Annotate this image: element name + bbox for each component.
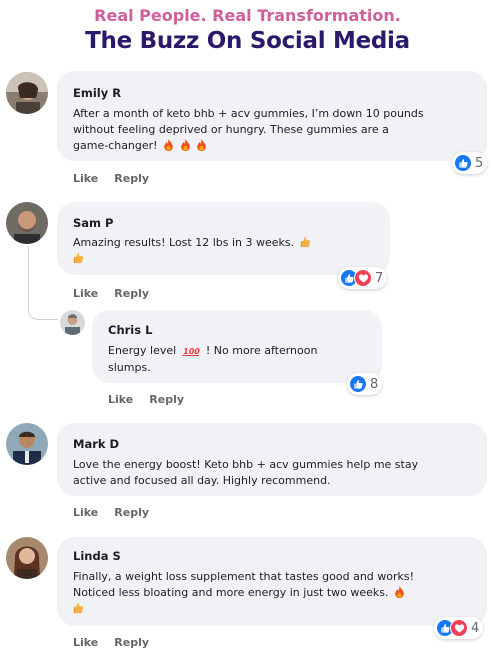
comment-text-line: game-changer! — [73, 139, 158, 152]
comment-text-line: Noticed less bloating and more energy in… — [73, 586, 389, 599]
comment-bubble: Sam P Amazing results! Lost 12 lbs in 3 … — [57, 202, 390, 275]
love-reaction-icon — [450, 619, 468, 637]
fire-icon — [394, 586, 405, 598]
reaction-count: 8 — [370, 376, 379, 392]
reply-button[interactable]: Reply — [114, 636, 149, 649]
thumbs-up-icon — [300, 236, 311, 248]
thumbs-up-icon — [73, 252, 84, 264]
comment-text: After a month of keto bhb + acv gummies,… — [73, 106, 424, 154]
avatar[interactable] — [6, 72, 48, 114]
comment-text: Energy level 100 ! No more afternoon slu… — [108, 343, 317, 376]
comment-text-line: Energy level — [108, 344, 177, 357]
comment-actions: Like Reply — [73, 636, 165, 649]
comment-text-line: Amazing results! Lost 12 lbs in 3 weeks. — [73, 236, 295, 249]
reaction-summary[interactable]: 7 — [338, 267, 388, 289]
comment-actions: Like Reply — [73, 506, 165, 519]
comment-bubble: Emily R After a month of keto bhb + acv … — [57, 71, 487, 161]
fire-icon — [196, 139, 207, 151]
comment-text: Finally, a weight loss supplement that t… — [73, 569, 414, 617]
love-reaction-icon — [354, 269, 372, 287]
thumbs-up-icon — [73, 602, 84, 614]
commenter-name[interactable]: Chris L — [108, 323, 152, 337]
like-reaction-icon — [349, 375, 367, 393]
reply-button[interactable]: Reply — [149, 393, 184, 406]
like-button[interactable]: Like — [73, 172, 98, 185]
reply-actions: Like Reply — [108, 393, 200, 406]
commenter-name[interactable]: Linda S — [73, 549, 121, 563]
comment-bubble: Linda S Finally, a weight loss supplemen… — [57, 537, 487, 626]
like-button[interactable]: Like — [108, 393, 133, 406]
avatar[interactable] — [6, 423, 48, 465]
reaction-summary[interactable]: 5 — [452, 152, 488, 174]
section-tagline: Real People. Real Transformation. — [94, 6, 401, 25]
comment-actions: Like Reply — [73, 172, 165, 185]
avatar[interactable] — [6, 202, 48, 244]
like-button[interactable]: Like — [73, 636, 98, 649]
like-reaction-icon — [454, 154, 472, 172]
reaction-summary[interactable]: 8 — [347, 373, 383, 395]
reaction-count: 4 — [471, 620, 480, 636]
reply-button[interactable]: Reply — [114, 287, 149, 300]
reply-thread-line — [28, 246, 58, 320]
comment-text-line: Finally, a weight loss supplement that t… — [73, 570, 415, 583]
comment-actions: Like Reply — [73, 287, 165, 300]
comment-bubble: Mark D Love the energy boost! Keto bhb +… — [57, 423, 487, 496]
reply-bubble: Chris L Energy level 100 ! No more after… — [92, 310, 382, 383]
reaction-count: 7 — [375, 270, 384, 286]
fire-icon — [163, 139, 174, 151]
comment-text-line: active and focused all day. Highly recom… — [73, 474, 331, 487]
reply-button[interactable]: Reply — [114, 506, 149, 519]
hundred-points-icon: 100 — [181, 347, 201, 356]
avatar[interactable] — [6, 537, 48, 579]
like-button[interactable]: Like — [73, 287, 98, 300]
comment-text-line: ! No more afternoon — [205, 344, 318, 357]
commenter-name[interactable]: Mark D — [73, 437, 119, 451]
comment-text: Love the energy boost! Keto bhb + acv gu… — [73, 457, 418, 489]
comment-text-line: After a month of keto bhb + acv gummies,… — [73, 107, 424, 120]
reaction-summary[interactable]: 4 — [434, 617, 484, 639]
like-button[interactable]: Like — [73, 506, 98, 519]
comment-text-line: Love the energy boost! Keto bhb + acv gu… — [73, 458, 419, 471]
commenter-name[interactable]: Sam P — [73, 216, 113, 230]
reply-button[interactable]: Reply — [114, 172, 149, 185]
reaction-count: 5 — [475, 155, 484, 171]
avatar[interactable] — [60, 310, 85, 335]
fire-icon — [180, 139, 191, 151]
comment-text-line: without feeling deprived or hungry. Thes… — [73, 123, 389, 136]
comment-text: Amazing results! Lost 12 lbs in 3 weeks. — [73, 235, 311, 267]
commenter-name[interactable]: Emily R — [73, 86, 121, 100]
section-title: The Buzz On Social Media — [85, 28, 410, 54]
comment-text-line: slumps. — [108, 361, 151, 374]
